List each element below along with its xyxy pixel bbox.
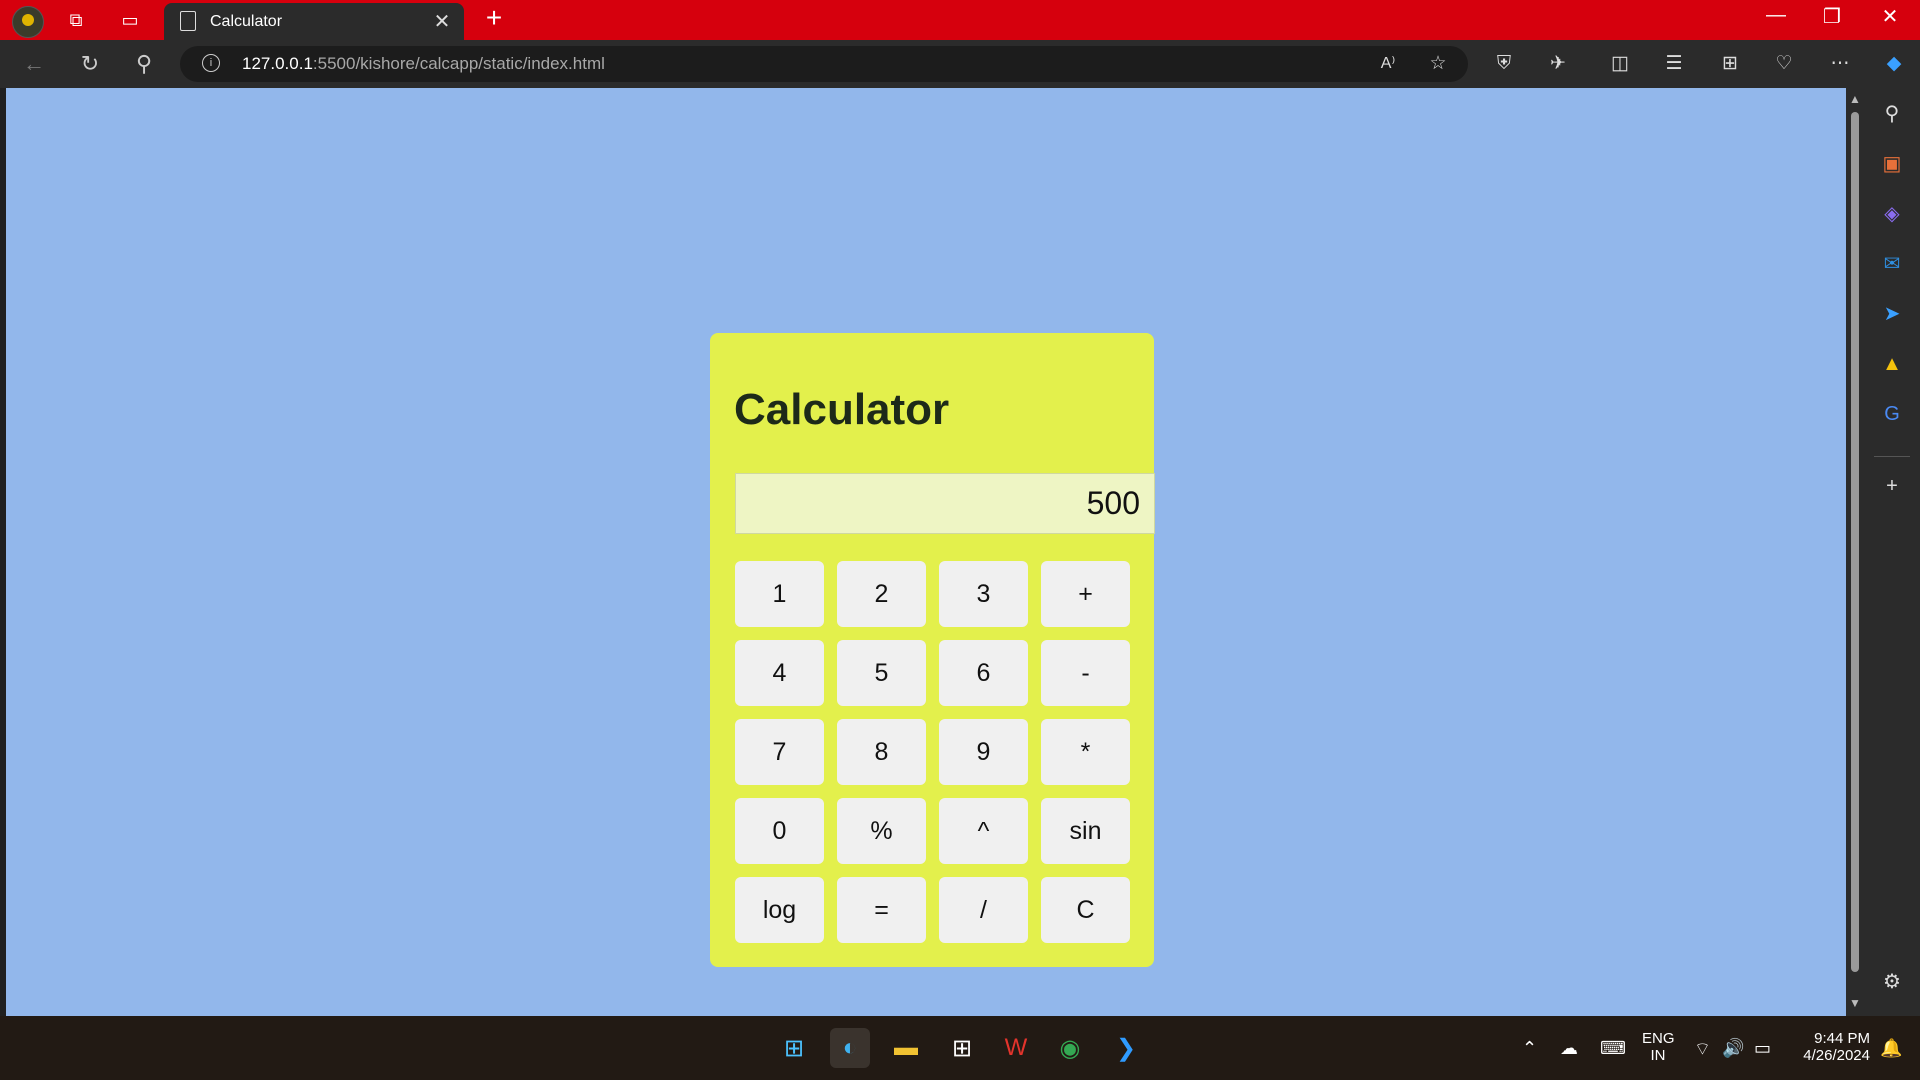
restore-button[interactable]: ❐	[1812, 4, 1852, 29]
notifications-bell-icon[interactable]: 🔔	[1880, 1038, 1902, 1059]
key-8[interactable]: 8	[837, 719, 926, 785]
key-2[interactable]: 2	[837, 561, 926, 627]
workspaces-icon[interactable]: ⧉	[62, 6, 90, 34]
read-aloud-icon[interactable]: A⁾	[1372, 48, 1404, 80]
performance-icon[interactable]: ♡	[1768, 48, 1800, 80]
keypad: 1 2 3 + 4 5 6 - 7 8 9 * 0 % ^ sin log = …	[735, 561, 1130, 943]
microsoft-store-icon[interactable]: ⊞	[942, 1028, 982, 1068]
edge-taskbar-icon[interactable]: ◐	[830, 1028, 870, 1068]
key-9[interactable]: 9	[939, 719, 1028, 785]
key-3[interactable]: 3	[939, 561, 1028, 627]
clock-time: 9:44 PM	[1814, 1030, 1870, 1047]
key-log[interactable]: log	[735, 877, 824, 943]
onedrive-cloud-icon[interactable]: ☁	[1560, 1038, 1578, 1059]
sidebar-search-icon[interactable]: ⚲	[1878, 100, 1906, 128]
refresh-icon[interactable]: ↻	[74, 48, 106, 80]
key-clear[interactable]: C	[1041, 877, 1130, 943]
search-icon[interactable]: ⚲	[128, 48, 160, 80]
new-tab-button[interactable]: +	[478, 2, 510, 34]
back-icon[interactable]: ←	[18, 48, 50, 80]
title-bar: ⧉ ▭ Calculator ✕ + — ❐ ✕	[0, 0, 1920, 40]
key-4[interactable]: 4	[735, 640, 824, 706]
clock-date: 4/26/2024	[1803, 1047, 1870, 1064]
collections-icon[interactable]: ⊞	[1714, 48, 1746, 80]
key-equals[interactable]: =	[837, 877, 926, 943]
copilot-icon[interactable]: ◆	[1878, 48, 1910, 80]
url-text: 127.0.0.1:5500/kishore/calcapp/static/in…	[242, 54, 605, 74]
scroll-thumb[interactable]	[1851, 112, 1859, 972]
split-screen-icon[interactable]: ◫	[1604, 48, 1636, 80]
vertical-tabs-icon[interactable]: ▭	[116, 6, 144, 34]
address-bar[interactable]: i 127.0.0.1:5500/kishore/calcapp/static/…	[180, 46, 1468, 82]
key-6[interactable]: 6	[939, 640, 1028, 706]
file-explorer-icon[interactable]: ▬	[886, 1028, 926, 1068]
battery-icon[interactable]: ▭	[1754, 1038, 1771, 1059]
tools-icon[interactable]: ▣	[1878, 150, 1906, 178]
language-code: ENG	[1642, 1030, 1675, 1047]
clock[interactable]: 9:44 PM 4/26/2024	[1790, 1030, 1870, 1064]
key-5[interactable]: 5	[837, 640, 926, 706]
key-divide[interactable]: /	[939, 877, 1028, 943]
url-host: 127.0.0.1	[242, 54, 313, 73]
telegram-icon[interactable]: ➤	[1878, 300, 1906, 328]
translate-icon[interactable]: G	[1878, 400, 1906, 428]
close-window-button[interactable]: ✕	[1870, 4, 1910, 29]
add-sidebar-app-icon[interactable]: +	[1878, 472, 1906, 500]
more-options-icon[interactable]: ⋯	[1824, 48, 1856, 80]
browser-tab[interactable]: Calculator ✕	[164, 3, 464, 40]
windows-taskbar: ⊞ ◐ ▬ ⊞ W ◉ ❯ ⌃ ☁ ⌨ ENG IN ⌔ 🔊 ▭ 9:44 PM…	[0, 1016, 1920, 1080]
key-minus[interactable]: -	[1041, 640, 1130, 706]
key-1[interactable]: 1	[735, 561, 824, 627]
extension-icon[interactable]: ✈	[1542, 48, 1574, 80]
volume-icon[interactable]: 🔊	[1722, 1038, 1744, 1059]
wifi-icon[interactable]: ⌔	[1694, 1038, 1711, 1061]
tray-chevron-up-icon[interactable]: ⌃	[1522, 1038, 1537, 1059]
key-percent[interactable]: %	[837, 798, 926, 864]
scroll-up-arrow-icon[interactable]: ▲	[1849, 92, 1861, 106]
chrome-icon[interactable]: ◉	[1050, 1028, 1090, 1068]
vscode-icon[interactable]: ❯	[1106, 1028, 1146, 1068]
outlook-icon[interactable]: ✉	[1878, 250, 1906, 278]
drive-icon[interactable]: ▲	[1878, 350, 1906, 378]
browser-toolbar: ← ↻ ⚲ i 127.0.0.1:5500/kishore/calcapp/s…	[0, 40, 1920, 88]
scroll-down-arrow-icon[interactable]: ▼	[1849, 996, 1861, 1010]
calculator-panel: Calculator 1 2 3 + 4 5 6 - 7 8 9 * 0 % ^…	[710, 333, 1155, 967]
start-windows-icon[interactable]: ⊞	[774, 1028, 814, 1068]
tab-close-button[interactable]: ✕	[430, 9, 454, 34]
language-indicator[interactable]: ENG IN	[1642, 1030, 1675, 1064]
vertical-scrollbar[interactable]: ▲ ▼	[1846, 88, 1864, 1016]
region-code: IN	[1650, 1047, 1666, 1064]
site-info-icon[interactable]: i	[202, 54, 220, 72]
url-path: :5500/kishore/calcapp/static/index.html	[312, 54, 605, 73]
profile-avatar[interactable]	[12, 6, 44, 38]
favorites-icon[interactable]: ☰	[1658, 48, 1690, 80]
page-title: Calculator	[734, 385, 950, 434]
sidebar-settings-gear-icon[interactable]: ⚙	[1878, 968, 1906, 996]
minimize-button[interactable]: —	[1756, 4, 1796, 27]
key-sin[interactable]: sin	[1041, 798, 1130, 864]
key-plus[interactable]: +	[1041, 561, 1130, 627]
key-power[interactable]: ^	[939, 798, 1028, 864]
key-0[interactable]: 0	[735, 798, 824, 864]
calculator-display[interactable]	[735, 473, 1155, 534]
wps-office-icon[interactable]: W	[996, 1028, 1036, 1068]
tab-title: Calculator	[210, 13, 283, 30]
shield-icon[interactable]: ⛨	[1488, 48, 1520, 80]
sidebar-divider	[1874, 456, 1910, 457]
favorite-star-icon[interactable]: ☆	[1422, 48, 1454, 80]
edge-sidebar: ⚲ ▣ ◈ ✉ ➤ ▲ G + ⚙	[1864, 88, 1920, 1016]
page-viewport: Calculator 1 2 3 + 4 5 6 - 7 8 9 * 0 % ^…	[6, 88, 1846, 1016]
touch-keyboard-icon[interactable]: ⌨	[1600, 1038, 1626, 1059]
key-multiply[interactable]: *	[1041, 719, 1130, 785]
page-icon	[180, 11, 196, 31]
key-7[interactable]: 7	[735, 719, 824, 785]
copilot-sidebar-icon[interactable]: ◈	[1878, 200, 1906, 228]
